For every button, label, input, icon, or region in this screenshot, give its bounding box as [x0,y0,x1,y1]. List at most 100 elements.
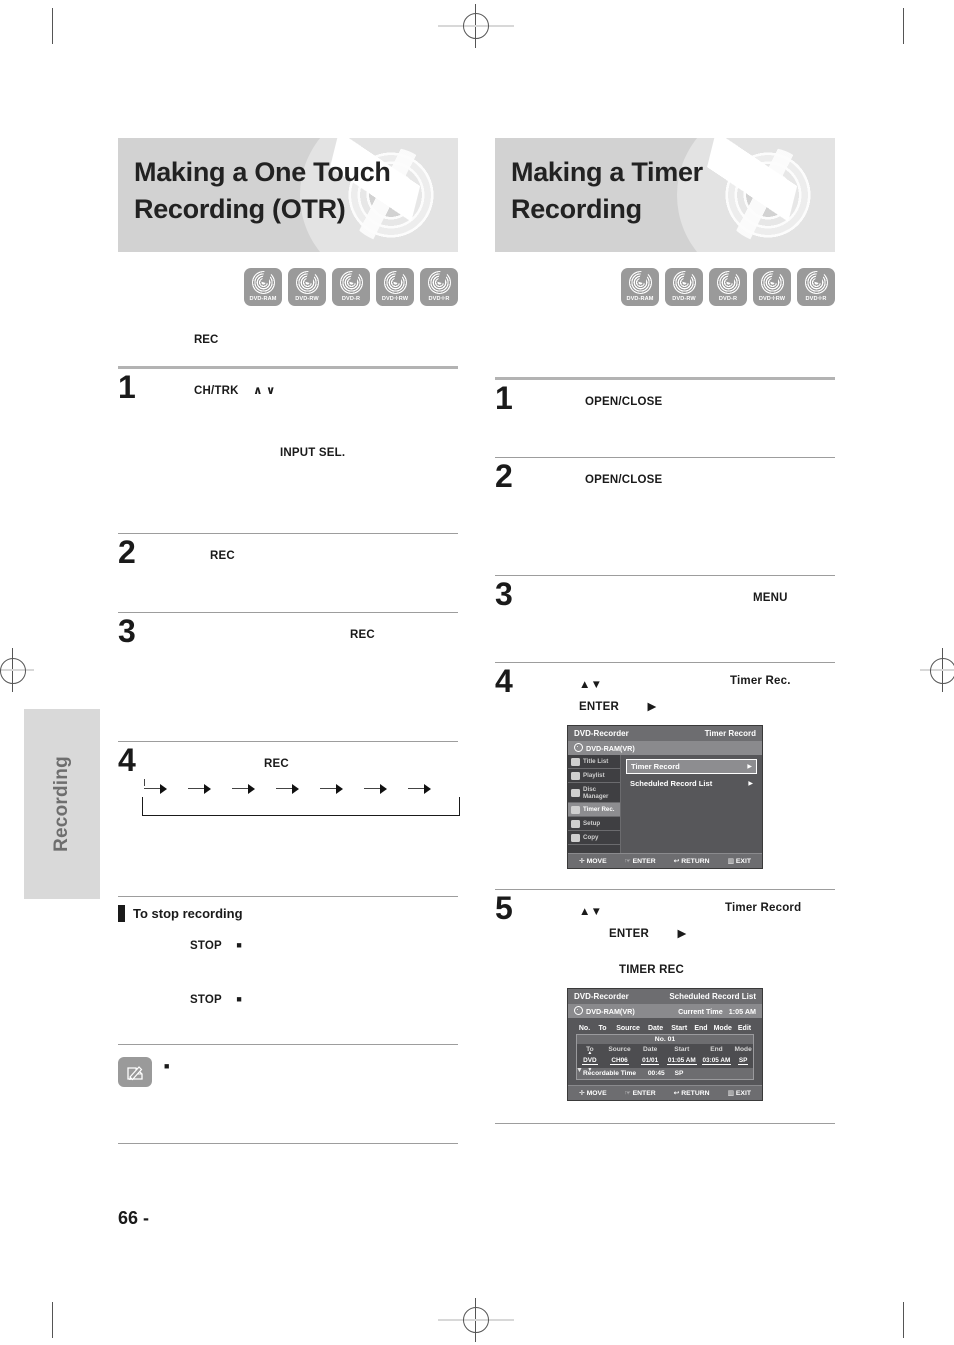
osd-cell-start: 01:05 AM [666,1057,697,1065]
right-column: Making a Timer Recording DVD-RAM DVD-RW … [495,138,835,1124]
chapter-side-tab-label: Recording [51,756,72,852]
left-step-1: 1 CH/TRK ∧ ∨ INPUT SEL. [118,369,458,533]
right-step-3-keyword-menu: MENU [753,592,788,604]
left-title-line-1: Making a One Touch [134,157,391,187]
osd-current-time: Current Time 1:05 AM [678,1007,756,1016]
right-title-line-1: Making a Timer [511,157,703,187]
osd-sidebar-item-copy[interactable]: Copy [568,831,620,845]
right-step-5-keyword-enter: ENTER [609,928,649,940]
disc-type-icon [574,1006,583,1015]
stop-keyword-2: STOP [190,994,222,1006]
right-step-3: 3 MENU [495,576,835,662]
osd-sidebar-item-timer-rec[interactable]: Timer Rec. [568,803,620,817]
crop-mark-top-left [52,8,53,44]
crop-mark-top-right [903,8,904,44]
osd-schedule-entry[interactable]: No. 01 To Source Date Start End Mode ▲ D… [576,1034,754,1080]
pencil-note-icon [118,1057,152,1087]
right-section-banner: Making a Timer Recording [495,138,835,252]
osd-entry-number: No. 01 [577,1035,753,1044]
right-step-1-number: 1 [495,380,513,416]
flow-arrow [408,784,434,794]
osd-bottom-enter[interactable]: ☞ ENTER [625,857,656,865]
divider [118,1044,458,1045]
stop-square-glyph-2: ■ [236,994,242,1004]
left-disc-logo-strip: DVD-RAM DVD-RW DVD-R DVD✛RW DVD✛R [118,268,458,306]
osd-bottom-bar: ✛ MOVE ☞ ENTER ↩ RETURN ▥ EXIT [568,1085,762,1100]
divider [118,1143,458,1144]
right-step-1: 1 OPEN/CLOSE [495,380,835,457]
disc-logo-dvd-rw: DVD-RW [288,268,326,306]
osd-title-bar: DVD-Recorder Scheduled Record List [568,989,762,1004]
osd-inner-header-end: End [710,1046,723,1053]
osd-sidebar-item-label: Setup [583,820,601,827]
flow-arrow [232,784,258,794]
osd-bottom-enter[interactable]: ☞ ENTER [625,1089,656,1097]
flow-arrow [144,779,170,794]
scroll-down-icon[interactable]: ▼ [576,1067,583,1074]
osd-current-time-label: Current Time [678,1006,723,1016]
osd-title-left: DVD-Recorder [574,729,629,738]
disc-ring-icon [427,271,451,294]
disc-ring-icon [672,271,696,294]
osd-bottom-return[interactable]: ↩ RETURN [674,1089,710,1097]
left-step-1-keyword-chtrk: CH/TRK [194,385,239,397]
disc-ring-icon [760,271,784,294]
right-step-4-keyword-enter: ENTER [579,701,619,713]
osd-cell-date: 01/01 [641,1057,660,1065]
registration-mark-bottom [438,1298,514,1342]
osd-sidebar-item-label: Disc Manager [583,785,609,800]
caret-up-icon[interactable]: ▲ [577,1051,603,1056]
disc-ring-icon [804,271,828,294]
right-step-2-keyword-open-close: OPEN/CLOSE [585,474,663,486]
osd-sidebar-item-playlist[interactable]: Playlist [568,769,620,783]
osd-sidebar-item-label: Copy [583,834,599,841]
timer-rec-icon [571,805,580,814]
chevron-right-icon: ▶ [748,781,753,787]
disc-ring-icon [383,271,407,294]
osd-bottom-move[interactable]: ✛ MOVE [579,857,607,865]
osd-sidebar-item-disc-manager[interactable]: Disc Manager [568,783,620,803]
osd-disc-bar: DVD-RAM(VR) Current Time 1:05 AM [568,1004,762,1018]
disc-logo-dvd-r: DVD-R [709,268,747,306]
disc-logo-dvd-rw: DVD-RW [665,268,703,306]
playlist-icon [571,771,580,780]
stop-line-2: STOP ■ [118,990,458,1008]
right-section-title: Making a Timer Recording [495,138,835,229]
disc-manager-icon [571,788,580,797]
right-step-5: 5 ▲▼ Timer Record ENTER ▶ TIMER REC DVD-… [495,890,835,1101]
osd-sidebar-item-label: Title List [583,758,609,765]
left-step-3: 3 REC [118,613,458,741]
right-step-2: 2 OPEN/CLOSE [495,458,835,575]
osd-bottom-move[interactable]: ✛ MOVE [579,1089,607,1097]
osd-bottom-exit[interactable]: ▥ EXIT [728,857,751,865]
osd-schedule-row[interactable]: ▲ DVD ▼ CH06 01/01 01:05 AM 03:05 AM SP [577,1051,753,1073]
osd-menu-item-scheduled-record-list[interactable]: Scheduled Record List ▶ [626,777,757,790]
right-step-5-keyword-timer-rec: TIMER REC [619,964,685,976]
copy-icon [571,833,580,842]
osd-inner-header-start: Start [674,1046,690,1053]
stop-recording-heading: To stop recording [118,905,458,922]
osd-cell-to: DVD [582,1057,598,1065]
osd-menu-list: Timer Record ▶ Scheduled Record List ▶ [621,755,762,853]
osd-recordable-mode: SP [674,1070,684,1077]
left-step-1-keyword-input-sel: INPUT SEL. [280,447,346,459]
disc-logo-dvd-r: DVD-R [332,268,370,306]
note-block: ■ [118,1057,458,1103]
right-step-5-keyword-target: Timer Record [725,902,802,914]
flow-arrow [364,784,390,794]
right-step-5-keyword-updown: ▲▼ [579,906,603,918]
stop-line-1: STOP ■ [118,936,458,954]
osd-sidebar-item-title-list[interactable]: Title List [568,755,620,769]
osd-sidebar-item-setup[interactable]: Setup [568,817,620,831]
divider [495,1123,835,1124]
right-disc-logo-strip: DVD-RAM DVD-RW DVD-R DVD✛RW DVD✛R [495,268,835,306]
left-section-title: Making a One Touch Recording (OTR) [118,138,458,229]
flow-bracket [142,797,460,816]
disc-ring-icon [716,271,740,294]
osd-col-header-start: Start [671,1025,688,1032]
osd-menu-item-timer-record[interactable]: Timer Record ▶ [626,759,757,774]
osd-title-left: DVD-Recorder [574,992,629,1001]
osd-title-right: Timer Record [704,729,756,738]
osd-bottom-exit[interactable]: ▥ EXIT [728,1089,751,1097]
osd-bottom-return[interactable]: ↩ RETURN [674,857,710,865]
